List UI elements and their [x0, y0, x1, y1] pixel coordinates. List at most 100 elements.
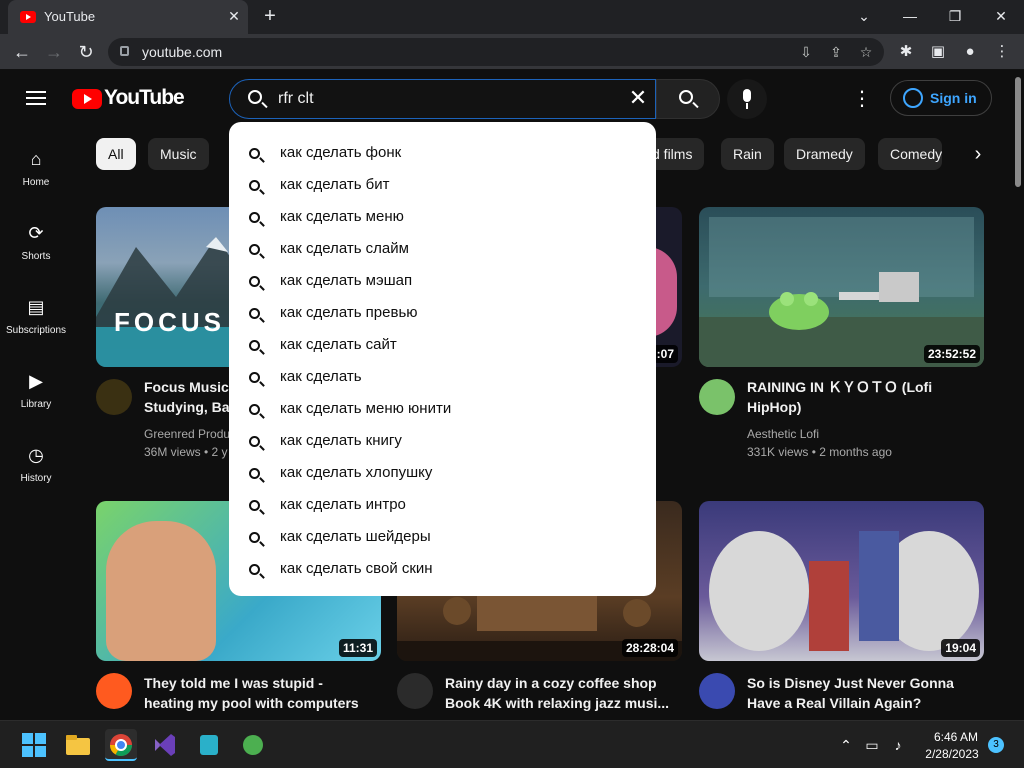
subscriptions-icon: ▤: [27, 297, 45, 317]
app-icon[interactable]: [193, 729, 225, 761]
lock-icon[interactable]: [120, 46, 129, 56]
search-suggestion[interactable]: как сделать книгу: [229, 426, 656, 458]
install-app-icon[interactable]: ⇩: [796, 42, 816, 62]
browser-tab-strip: YouTube ✕ + ⌄ — ❐ ✕: [0, 0, 1024, 34]
browser-tab-youtube[interactable]: YouTube ✕: [8, 0, 248, 34]
minimize-button[interactable]: —: [896, 4, 924, 28]
sidebar-item-library[interactable]: ▶ Library: [0, 371, 72, 441]
chip-music[interactable]: Music: [148, 138, 209, 170]
microphone-stand: [746, 103, 748, 109]
channel-avatar[interactable]: [96, 379, 132, 415]
clear-search-button[interactable]: ✕: [626, 86, 650, 110]
search-button[interactable]: [656, 79, 720, 119]
video-duration: 28:28:04: [621, 639, 678, 657]
chips-next-icon[interactable]: ›: [962, 138, 994, 170]
extensions-icon[interactable]: ✱: [894, 40, 918, 64]
chip-dramedy[interactable]: Dramedy: [784, 138, 865, 170]
video-title[interactable]: So is Disney Just Never Gonna Have a Rea…: [747, 673, 977, 713]
sidebar-item-home[interactable]: ⌂ Home: [0, 149, 72, 219]
forward-icon[interactable]: →: [42, 40, 66, 64]
new-tab-button[interactable]: +: [258, 4, 282, 28]
search-icon: [249, 148, 260, 159]
channel-avatar[interactable]: [699, 379, 735, 415]
channel-avatar[interactable]: [397, 673, 433, 709]
restore-button[interactable]: ❐: [941, 4, 969, 28]
search-suggestion[interactable]: как сделать слайм: [229, 234, 656, 266]
tab-search-dropdown-button[interactable]: ⌄: [850, 4, 878, 28]
back-icon[interactable]: ←: [10, 40, 34, 64]
search-suggestion[interactable]: как сделать меню: [229, 202, 656, 234]
chrome-taskbar-icon[interactable]: [105, 729, 137, 761]
suggestion-text: как сделать бит: [280, 176, 390, 193]
search-input[interactable]: rfr clt ✕: [229, 79, 656, 119]
chip-rain[interactable]: Rain: [721, 138, 774, 170]
search-suggestion[interactable]: как сделать интро: [229, 490, 656, 522]
video-duration: 23:52:52: [923, 345, 980, 363]
search-suggestion[interactable]: как сделать меню юнити: [229, 394, 656, 426]
video-title[interactable]: They told me I was stupid - heating my p…: [144, 673, 374, 713]
chip-all[interactable]: All: [96, 138, 136, 170]
notification-badge[interactable]: 3: [988, 737, 1004, 753]
history-icon: ◷: [28, 445, 44, 465]
search-suggestion[interactable]: как сделать шейдеры: [229, 522, 656, 554]
clock-date[interactable]: 2/28/2023: [916, 747, 988, 761]
tab-close-button[interactable]: ✕: [224, 6, 244, 26]
chip-comedy[interactable]: Comedy: [878, 138, 942, 170]
browser-toolbar: ← → ↻ youtube.com ⇩ ⇪ ☆ ✱ ▣ ● ⋮: [0, 34, 1024, 70]
video-title[interactable]: Rainy day in a cozy coffee shop Book 4K …: [445, 673, 675, 713]
search-suggestion[interactable]: как сделать хлопушку: [229, 458, 656, 490]
game-app-icon[interactable]: [237, 729, 269, 761]
search-suggestion[interactable]: как сделать мэшап: [229, 266, 656, 298]
suggestion-text: как сделать меню: [280, 208, 404, 225]
show-hidden-icons-icon[interactable]: ⌃: [836, 735, 856, 755]
settings-menu-button[interactable]: ⋮: [852, 85, 872, 113]
share-icon[interactable]: ⇪: [826, 42, 846, 62]
sidebar-item-history[interactable]: ◷ History: [0, 445, 72, 515]
search-suggestion[interactable]: как сделать фонк: [229, 138, 656, 170]
side-panel-icon[interactable]: ▣: [926, 40, 950, 64]
youtube-logo-text[interactable]: YouTube: [104, 86, 185, 110]
voice-search-button[interactable]: [727, 79, 767, 119]
search-icon: [249, 212, 260, 223]
search-suggestion[interactable]: как сделать превью: [229, 298, 656, 330]
search-icon: [249, 436, 260, 447]
youtube-logo-icon[interactable]: [72, 89, 102, 109]
sidebar-item-label: Subscriptions: [5, 325, 67, 336]
channel-avatar[interactable]: [96, 673, 132, 709]
network-icon[interactable]: ▭: [862, 735, 882, 755]
sidebar-item-subscriptions[interactable]: ▤ Subscriptions: [0, 297, 72, 367]
search-suggestion[interactable]: как сделать бит: [229, 170, 656, 202]
channel-name[interactable]: Greenred Produ: [144, 427, 230, 441]
sidebar-item-shorts[interactable]: ⟳ Shorts: [0, 223, 72, 293]
video-title-line: HipHop): [747, 399, 802, 415]
windows-start-icon[interactable]: [18, 729, 50, 761]
chrome-menu-icon[interactable]: ⋮: [990, 40, 1014, 64]
menu-icon[interactable]: [26, 91, 46, 105]
search-suggestion[interactable]: как сделать сайт: [229, 330, 656, 362]
video-title-line: They told me I was stupid -: [144, 675, 323, 691]
scrollbar-thumb[interactable]: [1015, 77, 1021, 187]
channel-avatar[interactable]: [699, 673, 735, 709]
window-close-button[interactable]: ✕: [987, 4, 1015, 28]
search-query[interactable]: rfr clt: [278, 90, 314, 108]
bookmark-star-icon[interactable]: ☆: [856, 42, 876, 62]
clock-time[interactable]: 6:46 AM: [928, 730, 984, 744]
search-icon: [249, 404, 260, 415]
search-suggestion[interactable]: как сделать: [229, 362, 656, 394]
address-bar[interactable]: youtube.com ⇩ ⇪ ☆: [108, 38, 884, 66]
thumbnail-text: FOCUS: [114, 307, 225, 337]
visual-studio-icon[interactable]: [149, 729, 181, 761]
search-icon: [679, 90, 693, 104]
video-thumbnail[interactable]: 23:52:52: [699, 207, 984, 367]
file-explorer-icon[interactable]: [62, 729, 94, 761]
video-title[interactable]: RAINING IN ＫＹＯＴＯ (Lofi HipHop): [747, 377, 987, 417]
profile-icon[interactable]: ●: [958, 40, 982, 64]
video-thumbnail[interactable]: 19:04: [699, 501, 984, 661]
sign-in-button[interactable]: Sign in: [890, 80, 992, 116]
search-icon: [249, 276, 260, 287]
volume-icon[interactable]: ♪: [888, 735, 908, 755]
channel-name[interactable]: Aesthetic Lofi: [747, 427, 819, 441]
page-scrollbar[interactable]: [1013, 71, 1024, 720]
search-suggestion[interactable]: как сделать свой скин: [229, 554, 656, 586]
reload-icon[interactable]: ↻: [74, 40, 98, 64]
